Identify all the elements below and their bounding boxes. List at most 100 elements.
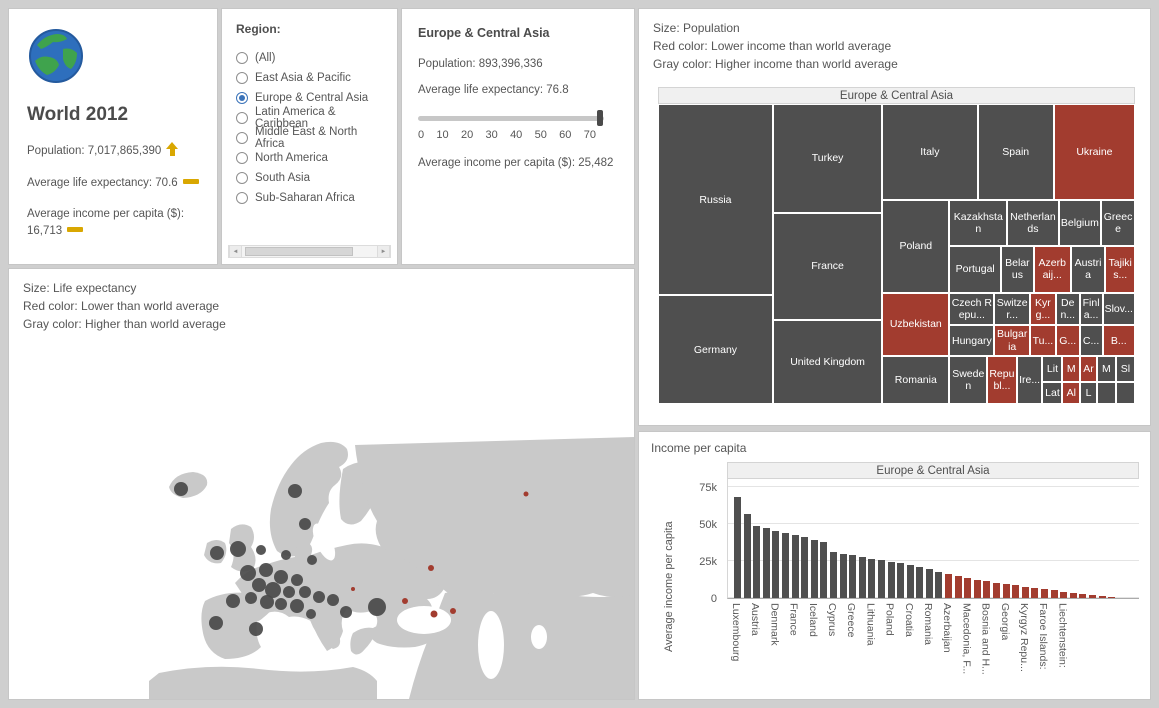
country-bubble[interactable] [283, 586, 295, 598]
scroll-right-icon[interactable] [377, 246, 390, 257]
treemap-cell[interactable]: Belgium [1059, 200, 1101, 246]
bar[interactable] [744, 514, 751, 598]
region-option-0[interactable]: (All) [236, 48, 387, 68]
bar[interactable] [811, 540, 818, 599]
bar[interactable] [907, 565, 914, 598]
treemap-cell[interactable]: M [1062, 356, 1080, 382]
bar[interactable] [964, 578, 971, 598]
bar[interactable] [926, 569, 933, 598]
country-bubble[interactable] [288, 484, 302, 498]
country-bubble[interactable] [174, 482, 188, 496]
bar[interactable] [792, 535, 799, 598]
treemap-cell[interactable]: L [1080, 382, 1097, 404]
bar[interactable] [753, 526, 760, 598]
country-bubble[interactable] [256, 545, 266, 555]
country-bubble[interactable] [249, 622, 263, 636]
country-bubble[interactable] [307, 555, 317, 565]
bar[interactable] [935, 572, 942, 598]
bar[interactable] [840, 554, 847, 598]
country-bubble[interactable] [299, 518, 311, 530]
treemap-cell[interactable]: Slov... [1103, 293, 1135, 325]
bar[interactable] [1060, 592, 1067, 599]
bar[interactable] [772, 531, 779, 598]
treemap-cell[interactable]: M [1097, 356, 1116, 382]
bar[interactable] [849, 555, 856, 598]
country-bubble[interactable] [450, 608, 456, 614]
bar[interactable] [993, 583, 1000, 599]
country-bubble[interactable] [240, 565, 256, 581]
treemap-cell[interactable]: Italy [882, 104, 977, 200]
country-bubble[interactable] [368, 598, 386, 616]
bar[interactable] [820, 542, 827, 598]
treemap-cell[interactable]: Finla... [1080, 293, 1103, 325]
bar[interactable] [1003, 584, 1010, 598]
treemap-cell[interactable]: Ar [1080, 356, 1097, 382]
radio-icon[interactable] [236, 192, 248, 204]
treemap-cell[interactable]: Azerbaij... [1034, 246, 1071, 293]
treemap-cell[interactable]: Germany [658, 295, 773, 404]
bar[interactable] [1031, 588, 1038, 598]
country-bubble[interactable] [245, 592, 257, 604]
bar[interactable] [1089, 595, 1096, 598]
bar[interactable] [955, 576, 962, 598]
treemap-cell[interactable]: Portugal [949, 246, 1001, 293]
country-bubble[interactable] [306, 609, 316, 619]
scrollbar-thumb[interactable] [245, 247, 353, 256]
treemap-cell[interactable]: United Kingdom [773, 320, 882, 404]
scrollbar-track[interactable] [242, 246, 377, 257]
bar[interactable] [734, 497, 741, 598]
country-bubble[interactable] [275, 598, 287, 610]
bar[interactable] [830, 552, 837, 598]
bar[interactable] [1099, 596, 1106, 598]
bar[interactable] [1022, 587, 1029, 598]
bar[interactable] [916, 567, 923, 598]
region-option-7[interactable]: Sub-Saharan Africa [236, 188, 387, 208]
country-bubble[interactable] [313, 591, 325, 603]
bar[interactable] [763, 528, 770, 598]
treemap-cell[interactable]: G... [1056, 325, 1080, 356]
treemap-cell[interactable]: Al [1062, 382, 1080, 404]
treemap-cell[interactable]: Tajikis... [1105, 246, 1135, 293]
country-bubble[interactable] [209, 616, 223, 630]
country-bubble[interactable] [226, 594, 240, 608]
treemap-cell[interactable]: Austria [1071, 246, 1106, 293]
treemap-cell[interactable]: Romania [882, 356, 949, 404]
radio-icon[interactable] [236, 72, 248, 84]
treemap-cell[interactable] [1116, 382, 1135, 404]
country-bubble[interactable] [230, 541, 246, 557]
treemap-cell[interactable]: Netherlands [1007, 200, 1059, 246]
country-bubble[interactable] [274, 570, 288, 584]
region-option-5[interactable]: North America [236, 148, 387, 168]
treemap-cell[interactable]: Greece [1101, 200, 1135, 246]
treemap-cell[interactable]: Uzbekistan [882, 293, 949, 356]
region-scrollbar[interactable] [228, 245, 391, 258]
treemap-cell[interactable]: Sweden [949, 356, 987, 404]
radio-icon[interactable] [236, 172, 248, 184]
bar[interactable] [1012, 585, 1019, 598]
region-option-6[interactable]: South Asia [236, 168, 387, 188]
treemap-cell[interactable]: Switzer... [994, 293, 1030, 325]
radio-icon[interactable] [236, 152, 248, 164]
bar[interactable] [1079, 594, 1086, 598]
treemap-cell[interactable]: Ukraine [1054, 104, 1135, 200]
bar[interactable] [888, 562, 895, 598]
treemap-cell[interactable]: Turkey [773, 104, 882, 213]
slider-track[interactable] [418, 116, 604, 121]
treemap-cell[interactable]: Spain [978, 104, 1054, 200]
country-bubble[interactable] [299, 586, 311, 598]
country-bubble[interactable] [340, 606, 352, 618]
country-bubble[interactable] [259, 563, 273, 577]
country-bubble[interactable] [402, 598, 408, 604]
scroll-left-icon[interactable] [229, 246, 242, 257]
bar[interactable] [945, 574, 952, 598]
treemap-cell[interactable]: France [773, 213, 882, 320]
radio-icon[interactable] [236, 112, 248, 124]
country-bubble[interactable] [291, 574, 303, 586]
treemap-cell[interactable]: Bulgaria [994, 325, 1030, 356]
treemap-cell[interactable]: Tu... [1030, 325, 1056, 356]
country-bubble[interactable] [252, 578, 266, 592]
country-bubble[interactable] [327, 594, 339, 606]
treemap-cell[interactable]: Poland [882, 200, 949, 293]
country-bubble[interactable] [428, 565, 434, 571]
treemap-cell[interactable]: Sl [1116, 356, 1135, 382]
